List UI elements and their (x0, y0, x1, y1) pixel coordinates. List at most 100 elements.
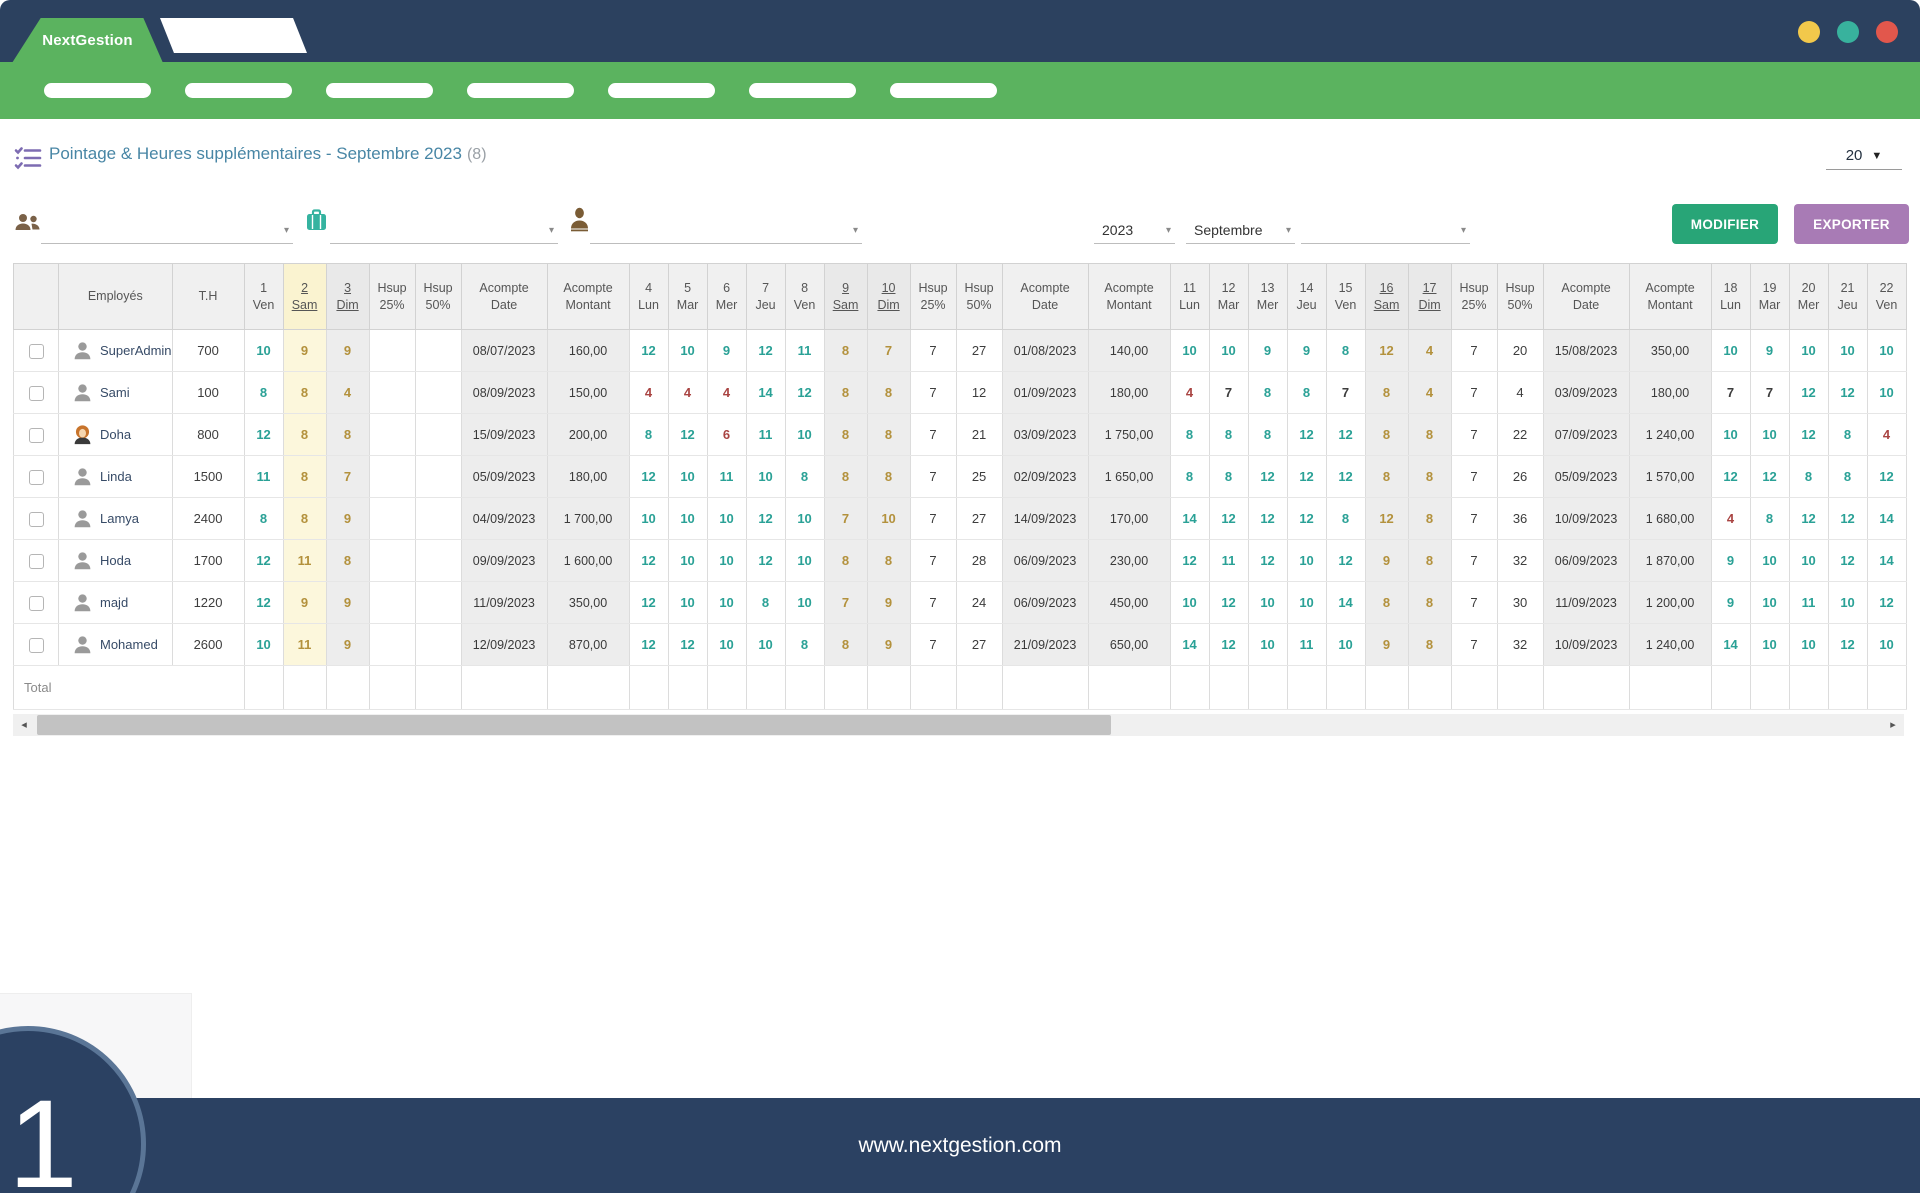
scroll-left-arrow[interactable]: ◂ (15, 714, 33, 736)
table-cell-d8: 10 (785, 498, 824, 540)
table-cell-d9: 8 (824, 372, 867, 414)
table-cell-d7: 14 (746, 372, 785, 414)
nav-item-placeholder[interactable] (185, 83, 292, 98)
table-cell-d9: 8 (824, 414, 867, 456)
table-cell-h25c: 7 (1451, 498, 1497, 540)
table-cell-h25c: 7 (1451, 372, 1497, 414)
row-checkbox[interactable] (29, 596, 44, 611)
table-cell-h25c: 7 (1451, 540, 1497, 582)
table-cell-d7: 12 (746, 330, 785, 372)
table-cell-d11: 8 (1170, 456, 1209, 498)
table-cell-d15: 12 (1326, 456, 1365, 498)
employee-filter-select[interactable]: ▾ (590, 218, 862, 244)
employees-filter-select[interactable]: ▾ (41, 218, 293, 244)
table-cell-h25c: 7 (1451, 582, 1497, 624)
employee-name[interactable]: Mohamed (100, 637, 158, 652)
table-cell-d7: 11 (746, 414, 785, 456)
table-cell-adc: 07/09/2023 (1543, 414, 1629, 456)
table-cell-d18: 10 (1711, 414, 1750, 456)
employee-name[interactable]: Sami (100, 385, 130, 400)
table-cell-d6: 11 (707, 456, 746, 498)
table-cell-d13: 10 (1248, 624, 1287, 666)
column-header-h50a: Hsup50% (415, 264, 461, 330)
table-cell-h25a (369, 414, 415, 456)
table-cell-d19: 10 (1750, 414, 1789, 456)
scroll-right-arrow[interactable]: ▸ (1884, 714, 1902, 736)
scrollbar-thumb[interactable] (37, 715, 1111, 735)
table-cell-d10: 9 (867, 624, 910, 666)
column-header-d9[interactable]: 9Sam (824, 264, 867, 330)
month-value: Septembre (1194, 222, 1262, 238)
table-cell-d3: 9 (326, 582, 369, 624)
row-checkbox[interactable] (29, 470, 44, 485)
month-select[interactable]: Septembre ▾ (1186, 218, 1295, 244)
table-cell-amb: 170,00 (1088, 498, 1170, 540)
table-cell-h25c: 7 (1451, 414, 1497, 456)
column-header-ama: AcompteMontant (547, 264, 629, 330)
employee-name[interactable]: SuperAdmin (100, 343, 172, 358)
table-cell-h50a (415, 624, 461, 666)
column-header-d17[interactable]: 17Dim (1408, 264, 1451, 330)
nav-item-placeholder[interactable] (44, 83, 151, 98)
export-button[interactable]: EXPORTER (1794, 204, 1909, 244)
employee-name[interactable]: Doha (100, 427, 131, 442)
year-select[interactable]: 2023 ▾ (1094, 218, 1175, 244)
column-header-d10[interactable]: 10Dim (867, 264, 910, 330)
site-filter-select[interactable]: ▾ (330, 218, 558, 244)
table-cell-d1: 10 (244, 330, 283, 372)
cell-th: 1500 (172, 456, 244, 498)
row-checkbox[interactable] (29, 554, 44, 569)
total-cell (1287, 666, 1326, 710)
table-row: Doha800128815/09/2023200,008126111088721… (14, 414, 1907, 456)
window-control-dot[interactable] (1798, 21, 1820, 43)
table-cell-h25b: 7 (910, 456, 956, 498)
column-header-d3[interactable]: 3Dim (326, 264, 369, 330)
table-cell-d15: 10 (1326, 624, 1365, 666)
page-size-select[interactable]: 20 ▼ (1826, 142, 1902, 170)
table-cell-d8: 8 (785, 624, 824, 666)
column-header-d16[interactable]: 16Sam (1365, 264, 1408, 330)
row-checkbox[interactable] (29, 386, 44, 401)
row-checkbox[interactable] (29, 638, 44, 653)
cell-th: 800 (172, 414, 244, 456)
table-cell-d16: 8 (1365, 414, 1408, 456)
row-checkbox[interactable] (29, 512, 44, 527)
row-checkbox[interactable] (29, 428, 44, 443)
nav-item-placeholder[interactable] (749, 83, 856, 98)
employee-name[interactable]: Hoda (100, 553, 131, 568)
total-cell (1867, 666, 1906, 710)
column-header-d20: 20Mer (1789, 264, 1828, 330)
table-cell-d15: 12 (1326, 414, 1365, 456)
modify-button[interactable]: MODIFIER (1672, 204, 1778, 244)
column-header-d22: 22Ven (1867, 264, 1906, 330)
window-control-dot[interactable] (1837, 21, 1859, 43)
nav-item-placeholder[interactable] (890, 83, 997, 98)
nav-item-placeholder[interactable] (467, 83, 574, 98)
row-checkbox[interactable] (29, 344, 44, 359)
table-cell-d17: 8 (1408, 624, 1451, 666)
table-cell-d21: 10 (1828, 330, 1867, 372)
column-header-d2[interactable]: 2Sam (283, 264, 326, 330)
horizontal-scrollbar[interactable]: ◂ ▸ (13, 714, 1904, 736)
column-header-th: T.H (172, 264, 244, 330)
window-control-dot[interactable] (1876, 21, 1898, 43)
table-cell-d9: 7 (824, 582, 867, 624)
table-cell-d1: 12 (244, 414, 283, 456)
table-cell-d22: 10 (1867, 372, 1906, 414)
table-cell-d2: 9 (283, 582, 326, 624)
column-header-d12: 12Mar (1209, 264, 1248, 330)
employee-name[interactable]: majd (100, 595, 128, 610)
avatar (72, 382, 93, 403)
table-cell-adc: 03/09/2023 (1543, 372, 1629, 414)
nav-item-placeholder[interactable] (326, 83, 433, 98)
total-cell (824, 666, 867, 710)
table-cell-d17: 8 (1408, 456, 1451, 498)
table-cell-amb: 140,00 (1088, 330, 1170, 372)
employee-name[interactable]: Linda (100, 469, 132, 484)
table-cell-h25a (369, 330, 415, 372)
nav-item-placeholder[interactable] (608, 83, 715, 98)
table-cell-d18: 9 (1711, 582, 1750, 624)
table-cell-amc: 1 240,00 (1629, 414, 1711, 456)
extra-filter-select[interactable]: ▾ (1301, 218, 1470, 244)
employee-name[interactable]: Lamya (100, 511, 139, 526)
